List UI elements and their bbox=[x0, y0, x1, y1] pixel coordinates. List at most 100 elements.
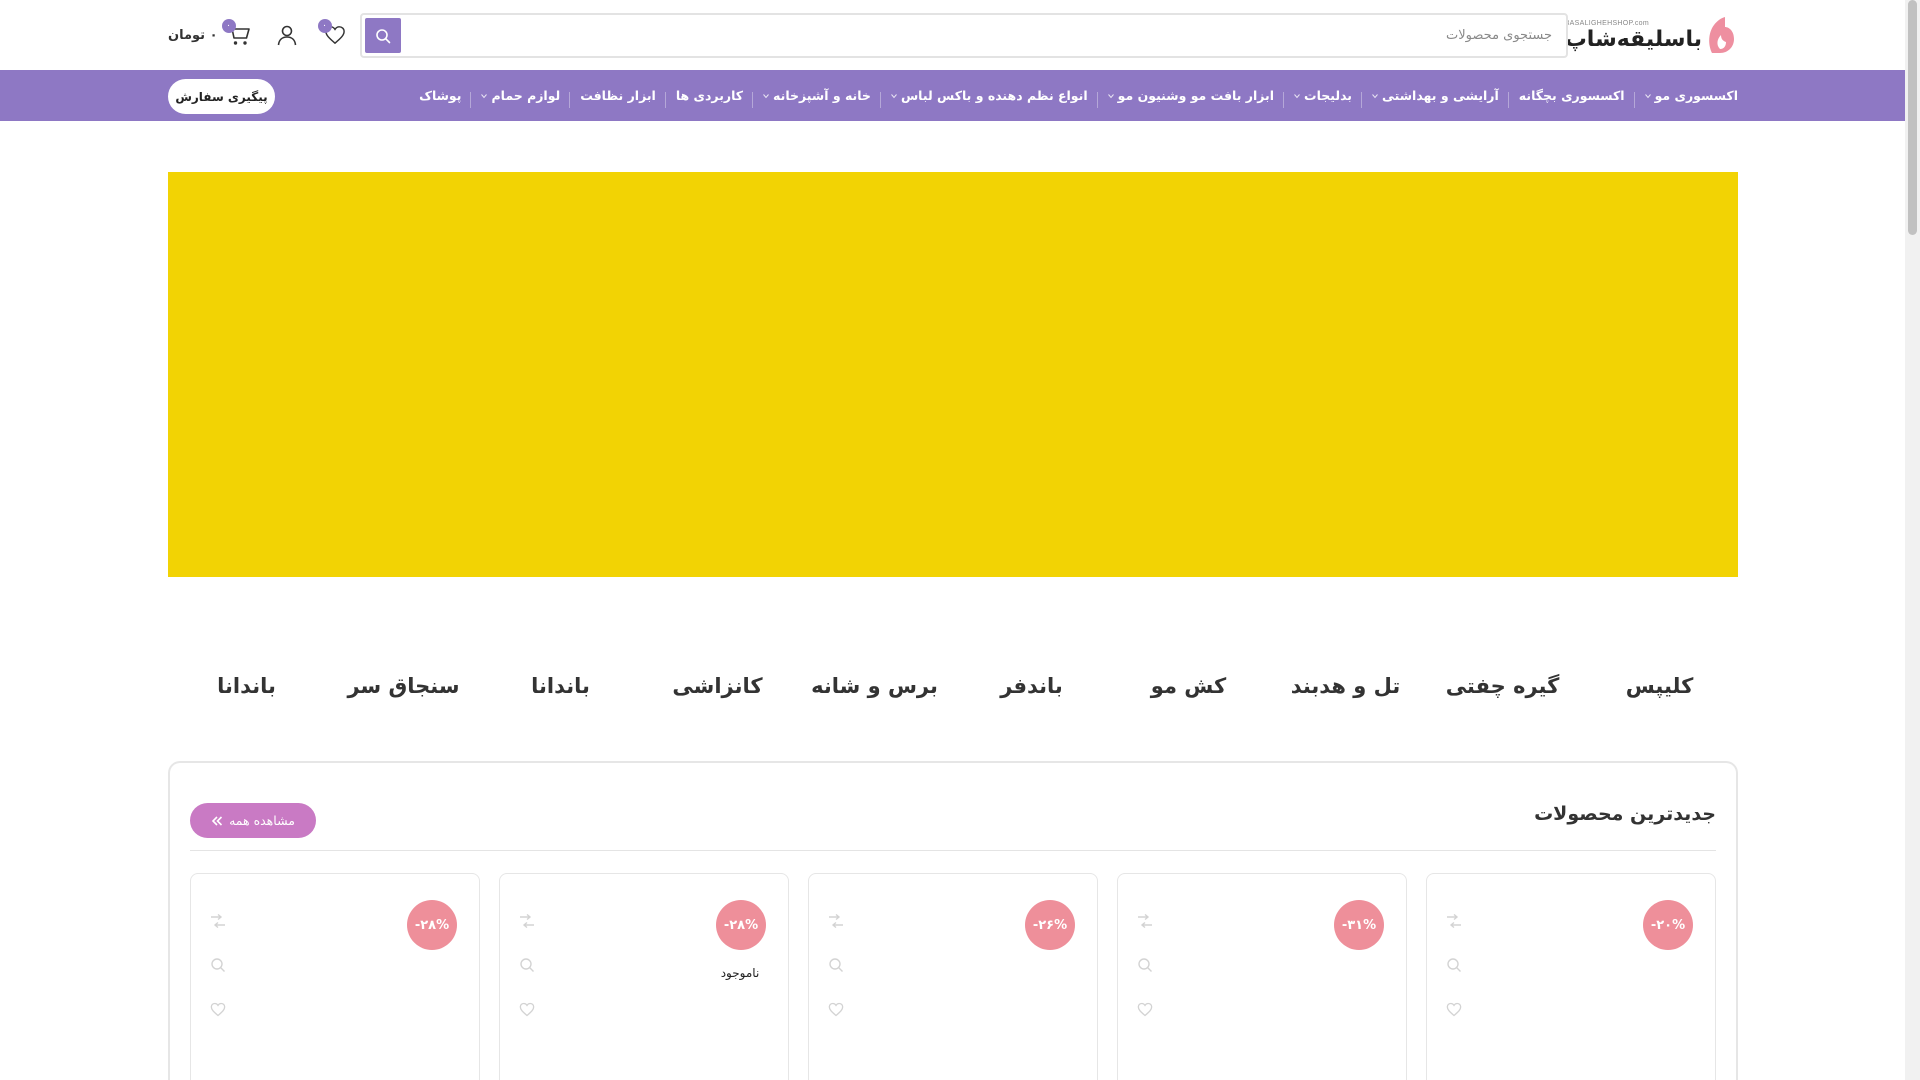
chevron-down-icon bbox=[481, 93, 488, 98]
product-card[interactable]: -۲۸% ناموجود bbox=[499, 873, 789, 1080]
product-card[interactable]: -۲۸% bbox=[190, 873, 480, 1080]
nav-item[interactable]: لوازم حمام bbox=[471, 88, 571, 108]
section-title: جدیدترین محصولات bbox=[1534, 803, 1716, 825]
card-actions bbox=[209, 912, 227, 1018]
wishlist-icon[interactable] bbox=[518, 1000, 536, 1018]
compare-icon[interactable] bbox=[209, 912, 227, 930]
chevron-down-icon bbox=[1372, 93, 1378, 98]
compare-icon[interactable] bbox=[1445, 912, 1463, 930]
site-header: BASALIGHEHSHOP.com باسلیقه‌شاپ ۰ bbox=[0, 0, 1905, 70]
nav-item-label: خانه و آشپزخانه bbox=[773, 88, 871, 103]
main-navigation: اکسسوری مو اکسسوری بچگانه آرایشی و بهداشتی… bbox=[0, 70, 1905, 121]
nav-item-label: اکسسوری مو bbox=[1654, 88, 1738, 103]
category-link[interactable]: باندانا bbox=[482, 666, 639, 706]
compare-icon[interactable] bbox=[827, 912, 845, 930]
nav-item-label: ابزار نظافت bbox=[580, 88, 656, 103]
hero-banner[interactable] bbox=[168, 172, 1738, 577]
category-link[interactable]: برس و شانه bbox=[796, 666, 953, 706]
out-of-stock-label: ناموجود bbox=[720, 966, 760, 980]
wishlist-button[interactable]: ۰ bbox=[317, 19, 348, 48]
double-chevron-left-icon bbox=[211, 815, 223, 826]
compare-icon[interactable] bbox=[518, 912, 536, 930]
quick-view-icon[interactable] bbox=[518, 956, 536, 974]
site-logo[interactable]: BASALIGHEHSHOP.com باسلیقه‌شاپ bbox=[1565, 14, 1738, 56]
logo-domain: BASALIGHEHSHOP.com bbox=[1564, 19, 1649, 27]
chevron-down-icon bbox=[1107, 93, 1114, 98]
user-icon bbox=[277, 25, 296, 46]
search-button[interactable] bbox=[365, 18, 401, 53]
page-scrollbar[interactable] bbox=[1905, 0, 1920, 1080]
account-button[interactable] bbox=[274, 22, 300, 48]
section-divider bbox=[190, 850, 1716, 851]
quick-view-icon[interactable] bbox=[209, 956, 227, 974]
wishlist-icon[interactable] bbox=[1136, 1000, 1154, 1018]
product-card[interactable]: -۳۱% bbox=[1117, 873, 1407, 1080]
discount-badge: -۲۸% bbox=[407, 900, 457, 950]
cart-button[interactable]: ۰ ۰ تومان bbox=[168, 19, 252, 48]
nav-item-label: انواع نظم دهنده و باکس لباس bbox=[900, 88, 1088, 103]
card-actions bbox=[518, 912, 536, 1018]
quick-view-icon[interactable] bbox=[1136, 956, 1154, 974]
nav-item[interactable]: پوشاک bbox=[409, 88, 472, 108]
category-link[interactable]: باندفر bbox=[953, 666, 1110, 706]
discount-badge: -۲۸% bbox=[716, 900, 766, 950]
logo-hand-icon bbox=[1706, 15, 1738, 55]
search-input[interactable] bbox=[406, 15, 1566, 56]
card-actions bbox=[1445, 912, 1463, 1018]
category-link[interactable]: کش مو bbox=[1110, 666, 1267, 706]
category-link[interactable]: گیره چفتی bbox=[1424, 666, 1581, 706]
wishlist-icon[interactable] bbox=[209, 1000, 227, 1018]
nav-menu: اکسسوری مو اکسسوری بچگانه آرایشی و بهداشتی… bbox=[409, 70, 1738, 121]
category-link[interactable]: سنجاق سر bbox=[325, 666, 482, 706]
discount-badge: -۳۱% bbox=[1334, 900, 1384, 950]
cart-count-badge: ۰ bbox=[221, 19, 236, 33]
track-order-button[interactable]: پیگیری سفارش bbox=[168, 79, 275, 114]
nav-item-label: اکسسوری بچگانه bbox=[1518, 88, 1625, 103]
chevron-down-icon bbox=[891, 93, 897, 98]
see-all-label: مشاهده همه bbox=[229, 813, 295, 828]
nav-item[interactable]: اکسسوری مو bbox=[1635, 88, 1738, 103]
search-form bbox=[360, 13, 1568, 58]
logo-wordmark: باسلیقه‌شاپ bbox=[1564, 26, 1702, 52]
nav-item-label: آرایشی و بهداشتی bbox=[1382, 88, 1499, 103]
product-cards: -۲۰% -۳۱% -۲۶% -۲۸% ناموجود -۲۸% bbox=[190, 873, 1716, 1080]
nav-item[interactable]: انواع نظم دهنده و باکس لباس bbox=[881, 88, 1098, 108]
category-link[interactable]: تل و هدبند bbox=[1267, 666, 1424, 706]
nav-item[interactable]: بدلیجات bbox=[1284, 88, 1362, 108]
category-link[interactable]: کانزاشی bbox=[639, 666, 796, 706]
product-card[interactable]: -۲۰% bbox=[1426, 873, 1716, 1080]
discount-badge: -۲۶% bbox=[1025, 900, 1075, 950]
nav-item-label: پوشاک bbox=[419, 88, 462, 103]
wishlist-icon[interactable] bbox=[827, 1000, 845, 1018]
wishlist-icon[interactable] bbox=[1445, 1000, 1463, 1018]
wishlist-count-badge: ۰ bbox=[317, 19, 332, 33]
category-link[interactable]: کلیپس bbox=[1581, 666, 1738, 706]
nav-item[interactable]: خانه و آشپزخانه bbox=[753, 88, 881, 108]
nav-item[interactable]: آرایشی و بهداشتی bbox=[1362, 88, 1509, 108]
scrollbar-thumb[interactable] bbox=[1908, 0, 1917, 235]
see-all-button[interactable]: مشاهده همه bbox=[190, 803, 316, 838]
chevron-down-icon bbox=[1644, 93, 1651, 98]
nav-item-label: ابزار بافت مو وشنیون مو bbox=[1117, 88, 1275, 103]
product-card[interactable]: -۲۶% bbox=[808, 873, 1098, 1080]
quick-view-icon[interactable] bbox=[827, 956, 845, 974]
search-icon bbox=[376, 28, 391, 43]
card-actions bbox=[827, 912, 845, 1018]
nav-item-label: کاربردی ها bbox=[675, 88, 744, 103]
category-strip: کلیپس گیره چفتی تل و هدبند کش مو باندفر برس و… bbox=[168, 666, 1738, 706]
quick-view-icon[interactable] bbox=[1445, 956, 1463, 974]
nav-item[interactable]: اکسسوری بچگانه bbox=[1509, 88, 1635, 108]
discount-badge: -۲۰% bbox=[1643, 900, 1693, 950]
cart-icon-wrap: ۰ bbox=[221, 19, 252, 48]
cart-total: ۰ تومان bbox=[168, 27, 218, 43]
category-link[interactable]: باندانا bbox=[168, 666, 325, 706]
nav-item-label: بدلیجات bbox=[1304, 88, 1352, 103]
chevron-down-icon bbox=[1294, 93, 1300, 98]
nav-item[interactable]: ابزار بافت مو وشنیون مو bbox=[1098, 88, 1285, 108]
nav-item-label: لوازم حمام bbox=[491, 88, 561, 103]
nav-item[interactable]: کاربردی ها bbox=[666, 88, 754, 108]
card-actions bbox=[1136, 912, 1154, 1018]
nav-item[interactable]: ابزار نظافت bbox=[570, 88, 666, 108]
newest-products-section: جدیدترین محصولات مشاهده همه -۲۰% -۳۱% -۲۶%… bbox=[168, 761, 1738, 1080]
compare-icon[interactable] bbox=[1136, 912, 1154, 930]
